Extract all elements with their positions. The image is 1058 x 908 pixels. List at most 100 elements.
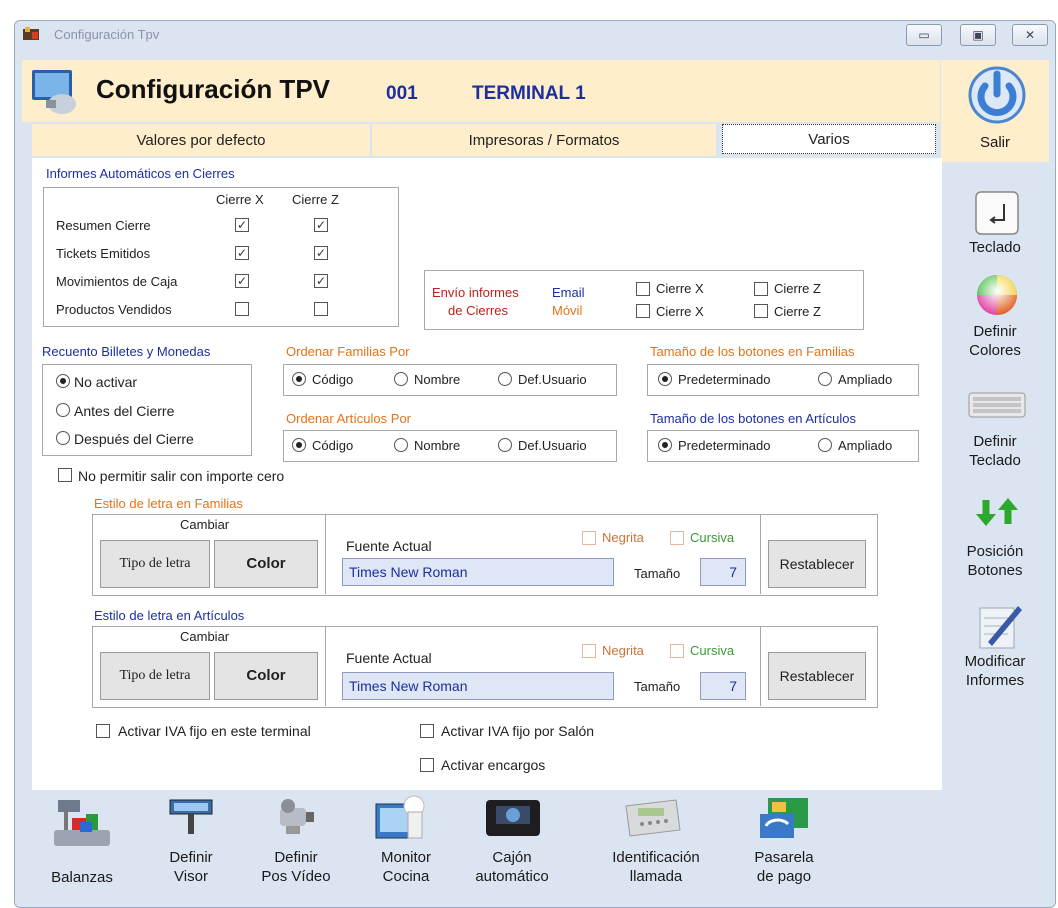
iva-terminal-checkbox[interactable] <box>96 724 110 738</box>
tam-articulos-predeterminado-radio[interactable] <box>658 438 672 452</box>
familias-tipo-letra-button[interactable]: Tipo de letra <box>100 540 210 588</box>
articulos-option: Nombre <box>414 438 461 453</box>
power-icon[interactable] <box>966 62 1028 124</box>
productos-cierre-x-checkbox[interactable] <box>235 302 249 316</box>
productos-cierre-z-checkbox[interactable] <box>314 302 328 316</box>
familias-tamano-field[interactable]: 7 <box>700 558 746 586</box>
articulos-fuente-field[interactable]: Times New Roman <box>342 672 614 700</box>
familias-fuente-field[interactable]: Times New Roman <box>342 558 614 586</box>
maximize-button[interactable]: ▣ <box>960 24 996 46</box>
tab-varios[interactable]: Varios <box>722 124 936 154</box>
articulos-defusuario-radio[interactable] <box>498 438 512 452</box>
tickets-cierre-x-checkbox[interactable]: ✓ <box>235 246 249 260</box>
posicion-botones-line2: Botones <box>967 562 1023 579</box>
keyboard-key-icon[interactable] <box>974 190 1020 236</box>
articulos-nombre-radio[interactable] <box>394 438 408 452</box>
recuento-despues-radio[interactable] <box>56 431 70 445</box>
color-wheel-icon[interactable] <box>974 272 1020 318</box>
encargos-checkbox[interactable] <box>420 758 434 772</box>
movimientos-cierre-z-checkbox[interactable]: ✓ <box>314 274 328 288</box>
keyboard-icon[interactable] <box>968 392 1026 418</box>
salir-button[interactable]: Salir <box>941 133 1049 152</box>
definir-colores-line1: Definir <box>973 323 1017 340</box>
definir-colores-button[interactable]: Definir Colores <box>941 322 1049 360</box>
display-icon[interactable] <box>166 796 216 836</box>
identificacion-llamada-button[interactable]: Identificación llamada <box>586 848 726 886</box>
iva-salon-checkbox[interactable] <box>420 724 434 738</box>
window: Configuración Tpv ▭ ▣ ✕ Configuración TP… <box>0 0 1058 908</box>
recuento-antes-radio[interactable] <box>56 403 70 417</box>
familias-negrita-checkbox[interactable] <box>582 531 596 545</box>
movil-cierre-z-checkbox[interactable] <box>754 304 768 318</box>
modificar-informes-line1: Modificar <box>964 653 1026 670</box>
familias-codigo-radio[interactable] <box>292 372 306 386</box>
payment-gateway-icon[interactable] <box>758 796 816 842</box>
email-cierre-z-label: Cierre Z <box>774 281 821 296</box>
close-button[interactable]: ✕ <box>1012 24 1048 46</box>
teclado-button[interactable]: Teclado <box>941 238 1049 257</box>
window-title: Configuración Tpv <box>54 27 160 42</box>
envio-label-2: de Cierres <box>448 303 508 318</box>
pasarela-pago-line1: Pasarela <box>754 849 814 866</box>
resumen-cierre-x-checkbox[interactable]: ✓ <box>235 218 249 232</box>
definir-visor-button[interactable]: Definir Visor <box>141 848 241 886</box>
tam-familias-predeterminado-radio[interactable] <box>658 372 672 386</box>
recuento-no-activar-radio[interactable] <box>56 374 70 388</box>
familias-fuente-label: Fuente Actual <box>346 538 432 554</box>
arrows-icon[interactable] <box>972 496 1022 528</box>
monitor-cocina-line2: Cocina <box>382 868 430 885</box>
articulos-codigo-radio[interactable] <box>292 438 306 452</box>
tam-familias-option: Predeterminado <box>678 372 771 387</box>
email-cierre-z-checkbox[interactable] <box>754 282 768 296</box>
familias-defusuario-radio[interactable] <box>498 372 512 386</box>
movimientos-cierre-x-checkbox[interactable]: ✓ <box>235 274 249 288</box>
tam-articulos-option: Ampliado <box>838 438 893 453</box>
posicion-botones-button[interactable]: Posición Botones <box>941 542 1049 580</box>
cash-drawer-icon[interactable] <box>482 796 544 840</box>
no-permitir-checkbox[interactable] <box>58 468 72 482</box>
balanzas-button[interactable]: Balanzas <box>32 868 132 887</box>
familias-color-button[interactable]: Color <box>214 540 318 588</box>
tam-articulos-ampliado-radio[interactable] <box>818 438 832 452</box>
articulos-color-button[interactable]: Color <box>214 652 318 700</box>
articulos-cursiva-checkbox[interactable] <box>670 644 684 658</box>
movil-cierre-x-checkbox[interactable] <box>636 304 650 318</box>
cajon-automatico-line1: Cajón <box>492 849 532 866</box>
familias-option: Código <box>312 372 354 387</box>
definir-teclado-button[interactable]: Definir Teclado <box>941 432 1049 470</box>
page-title: Configuración TPV <box>96 74 330 104</box>
articulos-tipo-letra-button[interactable]: Tipo de letra <box>100 652 210 700</box>
definir-pos-video-button[interactable]: Definir Pos Vídeo <box>246 848 346 886</box>
tickets-cierre-z-checkbox[interactable]: ✓ <box>314 246 328 260</box>
familias-restablecer-button[interactable]: Restablecer <box>768 540 866 588</box>
pasarela-pago-button[interactable]: Pasarela de pago <box>734 848 834 886</box>
monitor-cocina-button[interactable]: Monitor Cocina <box>356 848 456 886</box>
scale-icon[interactable] <box>50 796 114 850</box>
cajon-automatico-button[interactable]: Cajón automático <box>462 848 562 886</box>
email-cierre-x-checkbox[interactable] <box>636 282 650 296</box>
informes-col-z: Cierre Z <box>292 192 339 207</box>
recuento-title: Recuento Billetes y Monedas <box>42 344 211 359</box>
cajon-automatico-line2: automático <box>475 868 549 885</box>
familias-nombre-radio[interactable] <box>394 372 408 386</box>
kitchen-monitor-icon[interactable] <box>374 794 432 844</box>
recuento-option: Después del Cierre <box>74 431 194 447</box>
articulos-tamano-field[interactable]: 7 <box>700 672 746 700</box>
minimize-button[interactable]: ▭ <box>906 24 942 46</box>
monitor-cocina-line1: Monitor <box>380 849 432 866</box>
pen-document-icon[interactable] <box>974 600 1024 650</box>
estilo-articulos-cambiar: Cambiar <box>180 629 230 644</box>
modificar-informes-button[interactable]: Modificar Informes <box>941 652 1049 690</box>
tab-impresoras-formatos[interactable]: Impresoras / Formatos <box>372 124 716 156</box>
resumen-cierre-z-checkbox[interactable]: ✓ <box>314 218 328 232</box>
iva-salon-label: Activar IVA fijo por Salón <box>441 723 595 739</box>
articulos-restablecer-button[interactable]: Restablecer <box>768 652 866 700</box>
familias-cursiva-checkbox[interactable] <box>670 531 684 545</box>
definir-teclado-line2: Teclado <box>969 452 1021 469</box>
caller-id-icon[interactable] <box>620 796 684 840</box>
tam-familias-ampliado-radio[interactable] <box>818 372 832 386</box>
monitor-icon <box>26 66 80 118</box>
articulos-negrita-checkbox[interactable] <box>582 644 596 658</box>
tab-valores-por-defecto[interactable]: Valores por defecto <box>32 124 370 156</box>
video-camera-icon[interactable] <box>270 796 320 840</box>
